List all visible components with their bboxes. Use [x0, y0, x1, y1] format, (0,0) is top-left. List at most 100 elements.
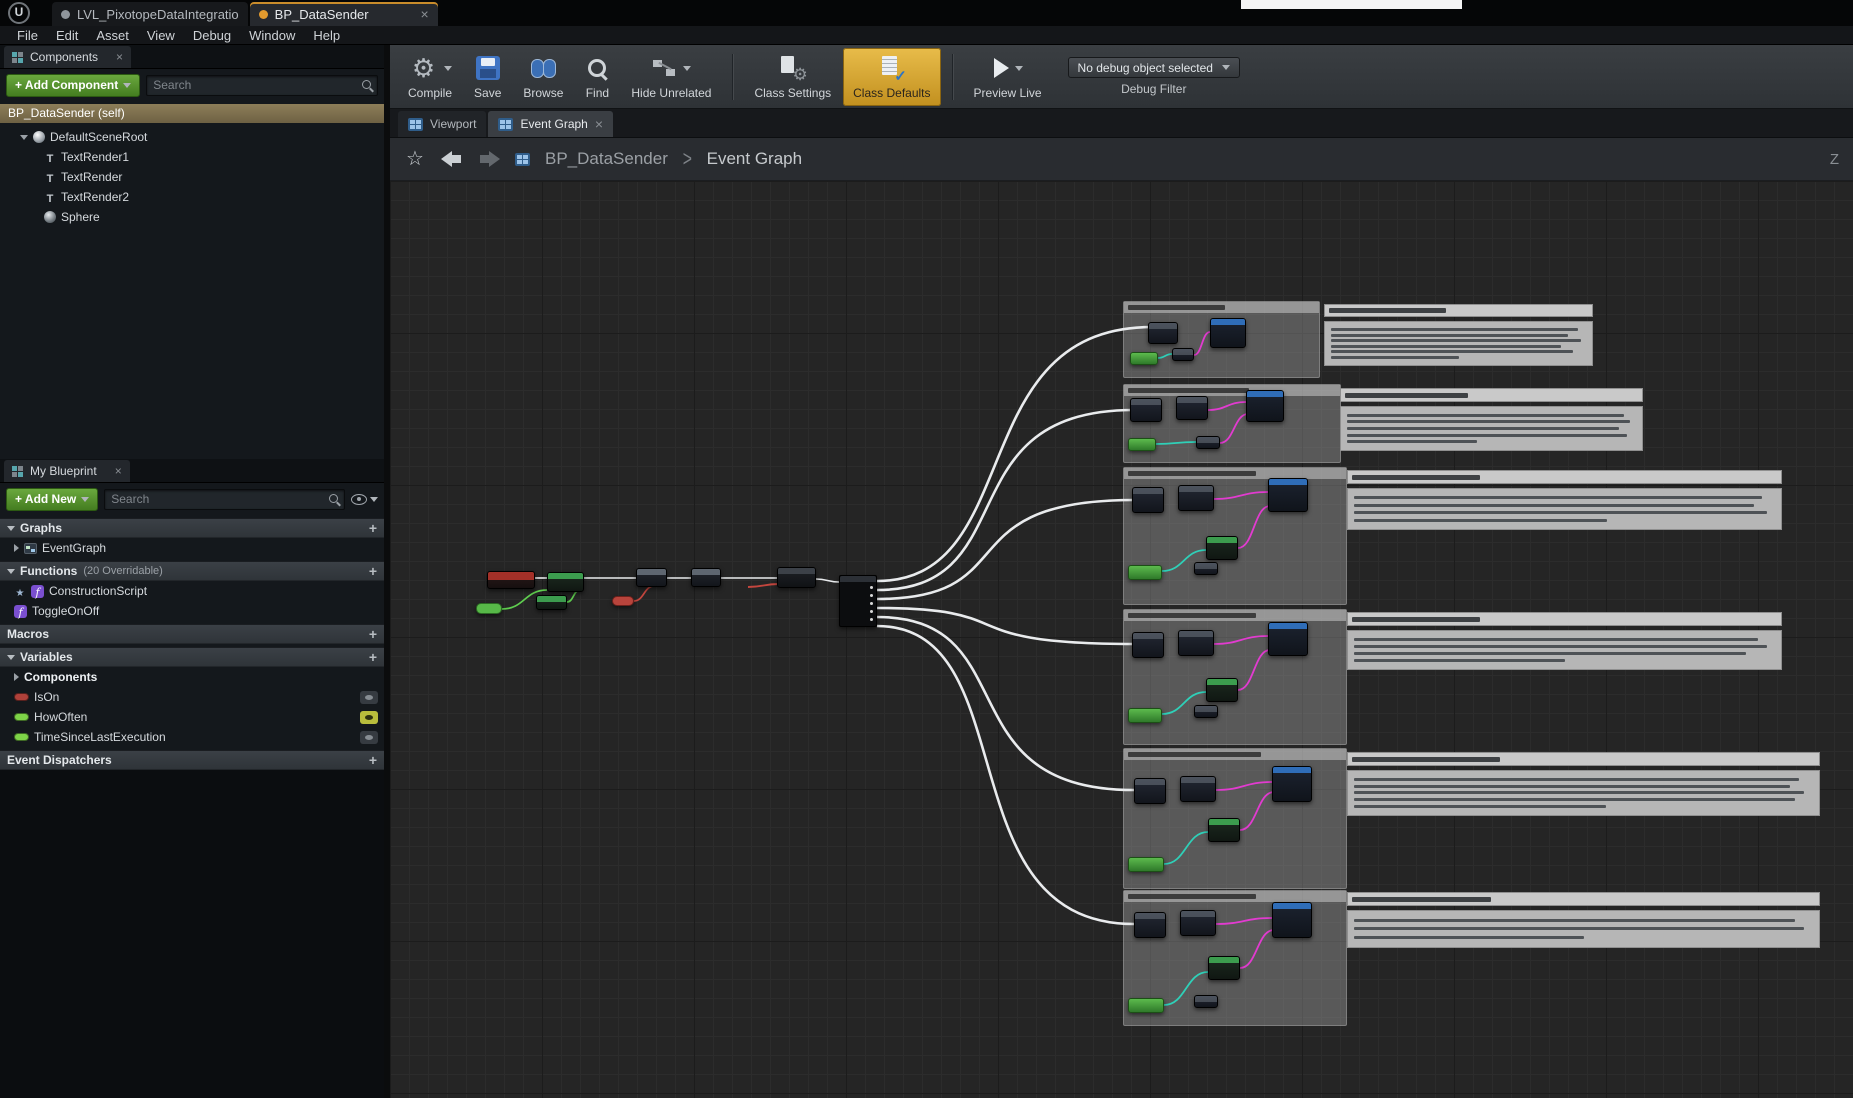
forward-arrow-icon[interactable] — [478, 151, 500, 167]
close-icon[interactable] — [420, 7, 428, 21]
back-arrow-icon[interactable] — [441, 151, 463, 167]
pure-function-node[interactable] — [547, 572, 584, 592]
blueprint-node[interactable] — [1132, 632, 1164, 658]
wire[interactable] — [877, 608, 1134, 644]
section-header-graphs[interactable]: Graphs — [0, 518, 384, 538]
expander-arrow-icon[interactable] — [14, 673, 19, 681]
hide-unrelated-button[interactable]: Hide Unrelated — [621, 48, 721, 106]
save-button[interactable]: Save — [464, 48, 511, 106]
comment-bubble-4[interactable] — [1347, 612, 1782, 670]
view-options-button[interactable] — [351, 494, 378, 505]
components-search-input[interactable] — [146, 75, 378, 96]
favorite-star-icon[interactable] — [404, 148, 426, 170]
component-tree-item-sphere[interactable]: Sphere — [0, 207, 384, 227]
asset-tab-lvl-pixotopedataintegratio[interactable]: LVL_PixotopeDataIntegratio — [52, 2, 248, 26]
close-icon[interactable] — [115, 465, 122, 477]
graph-item-eventgraph[interactable]: EventGraph — [0, 538, 384, 558]
var-item-howoften[interactable]: HowOften — [0, 707, 384, 727]
function-node[interactable] — [1272, 766, 1312, 802]
expander-arrow-icon[interactable] — [20, 135, 28, 140]
pure-function-node[interactable] — [1128, 565, 1162, 580]
my-blueprint-search-input[interactable] — [104, 489, 345, 510]
pure-function-node[interactable] — [1130, 352, 1158, 365]
wire[interactable] — [877, 327, 1152, 581]
wire[interactable] — [816, 579, 839, 582]
var-item-timesincelastexecution[interactable]: TimeSinceLastExecution — [0, 727, 384, 747]
group-item-components[interactable]: Components — [0, 667, 384, 687]
visibility-off-icon[interactable] — [360, 691, 378, 704]
add-icon[interactable] — [369, 650, 377, 664]
function-node[interactable] — [1210, 318, 1246, 348]
menu-help[interactable]: Help — [304, 26, 349, 45]
preview-live-button[interactable]: Preview Live — [964, 48, 1052, 106]
comment-bubble-3[interactable] — [1347, 470, 1782, 530]
collapse-arrow-icon[interactable] — [7, 526, 15, 531]
add-icon[interactable] — [369, 521, 377, 535]
blueprint-node[interactable] — [1180, 910, 1216, 936]
function-node[interactable] — [1268, 478, 1308, 512]
blueprint-node[interactable] — [1172, 348, 1194, 361]
expander-arrow-icon[interactable] — [14, 544, 19, 552]
blueprint-node[interactable] — [1178, 485, 1214, 511]
compile-button[interactable]: Compile — [398, 48, 462, 106]
blueprint-node[interactable] — [1148, 322, 1178, 344]
blueprint-node[interactable] — [1194, 705, 1218, 718]
my-blueprint-panel-tab[interactable]: My Blueprint — [4, 460, 130, 482]
blueprint-node[interactable] — [1132, 487, 1164, 513]
menu-asset[interactable]: Asset — [87, 26, 138, 45]
dropdown-caret-icon[interactable] — [683, 66, 691, 71]
find-button[interactable]: Find — [575, 48, 619, 106]
blueprint-node[interactable] — [1196, 436, 1220, 449]
graph-comment-group-2[interactable] — [1123, 384, 1341, 463]
comment-bubble-5[interactable] — [1347, 752, 1820, 816]
blueprint-node[interactable] — [1134, 778, 1166, 804]
func-item-constructionscript[interactable]: ConstructionScript — [0, 581, 384, 601]
pure-function-node[interactable] — [1208, 956, 1240, 980]
pure-function-node[interactable] — [1208, 818, 1240, 842]
add-component-button[interactable]: + Add Component — [6, 74, 140, 97]
tab-viewport[interactable]: Viewport — [398, 111, 486, 137]
blueprint-node[interactable] — [636, 568, 667, 587]
graph-canvas[interactable] — [390, 181, 1853, 1098]
blueprint-node[interactable] — [1130, 398, 1162, 422]
blueprint-node[interactable] — [691, 568, 721, 587]
sequence-node[interactable] — [839, 575, 877, 627]
menu-edit[interactable]: Edit — [47, 26, 87, 45]
class-defaults-button[interactable]: Class Defaults — [843, 48, 940, 106]
breadcrumb-root[interactable]: BP_DataSender — [545, 149, 668, 169]
menu-view[interactable]: View — [138, 26, 184, 45]
add-icon[interactable] — [369, 627, 377, 641]
close-icon[interactable] — [116, 51, 123, 63]
wire[interactable] — [634, 586, 654, 601]
menu-debug[interactable]: Debug — [184, 26, 240, 45]
function-node[interactable] — [1268, 622, 1308, 656]
section-header-macros[interactable]: Macros — [0, 624, 384, 644]
func-item-toggleonoff[interactable]: ToggleOnOff — [0, 601, 384, 621]
add-icon[interactable] — [369, 753, 377, 767]
pure-function-node[interactable] — [536, 595, 567, 610]
var-item-ison[interactable]: IsOn — [0, 687, 384, 707]
tab-event-graph[interactable]: Event Graph — [488, 111, 613, 137]
add-new-button[interactable]: + Add New — [6, 488, 98, 511]
variable-get-node[interactable] — [612, 596, 634, 606]
visibility-off-icon[interactable] — [360, 731, 378, 744]
component-tree-item-textrender2[interactable]: TextRender2 — [0, 187, 384, 207]
asset-tab-bp-datasender[interactable]: BP_DataSender — [250, 2, 438, 26]
pure-function-node[interactable] — [1128, 857, 1164, 872]
collapse-arrow-icon[interactable] — [7, 655, 15, 660]
dropdown-caret-icon[interactable] — [444, 66, 452, 71]
event-node[interactable] — [487, 571, 535, 589]
component-tree-item-textrender[interactable]: TextRender — [0, 167, 384, 187]
wire[interactable] — [877, 410, 1134, 590]
function-node[interactable] — [1246, 390, 1284, 422]
pure-function-node[interactable] — [1206, 536, 1238, 560]
blueprint-node[interactable] — [1134, 912, 1166, 938]
browse-button[interactable]: Browse — [513, 48, 573, 106]
blueprint-node[interactable] — [1180, 776, 1216, 802]
pure-function-node[interactable] — [1206, 678, 1238, 702]
menu-window[interactable]: Window — [240, 26, 304, 45]
pure-function-node[interactable] — [1128, 708, 1162, 723]
component-tree-item-defaultsceneroot[interactable]: DefaultSceneRoot — [0, 127, 384, 147]
variable-get-node[interactable] — [476, 603, 502, 614]
comment-bubble-2[interactable] — [1340, 388, 1643, 451]
